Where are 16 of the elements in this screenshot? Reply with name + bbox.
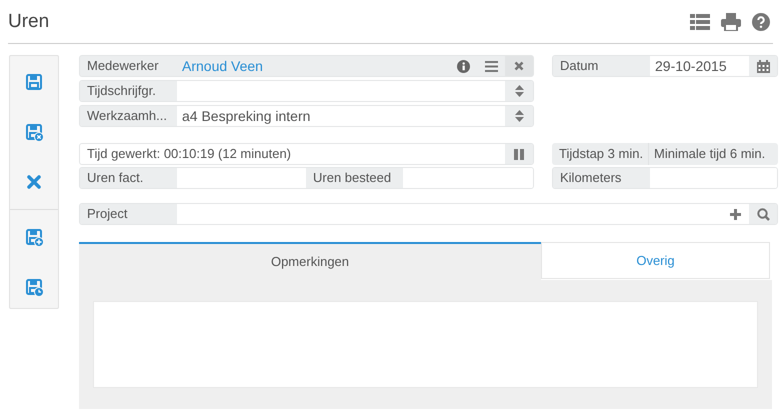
pause-icon[interactable] (505, 144, 533, 164)
time-worked-text: Tijd gewerkt: 00:10:19 (12 minuten) (86, 145, 292, 164)
list-icon[interactable] (690, 14, 710, 30)
close-icon[interactable] (505, 56, 533, 76)
print-icon[interactable] (721, 12, 741, 30)
save-icon (25, 73, 43, 91)
save-clock-icon (25, 278, 43, 296)
tab[interactable]: Overig (541, 242, 770, 279)
minimum-time-text: Minimale tijd 6 min. (653, 145, 766, 164)
save-add-icon (25, 228, 43, 246)
help-icon[interactable] (752, 12, 770, 30)
save-remove-icon (25, 123, 43, 141)
time-step-text: Tijdstap 3 min. (552, 143, 649, 165)
page-title: Uren (8, 10, 50, 34)
close-icon (26, 174, 42, 190)
tab[interactable]: Opmerkingen (79, 242, 541, 280)
